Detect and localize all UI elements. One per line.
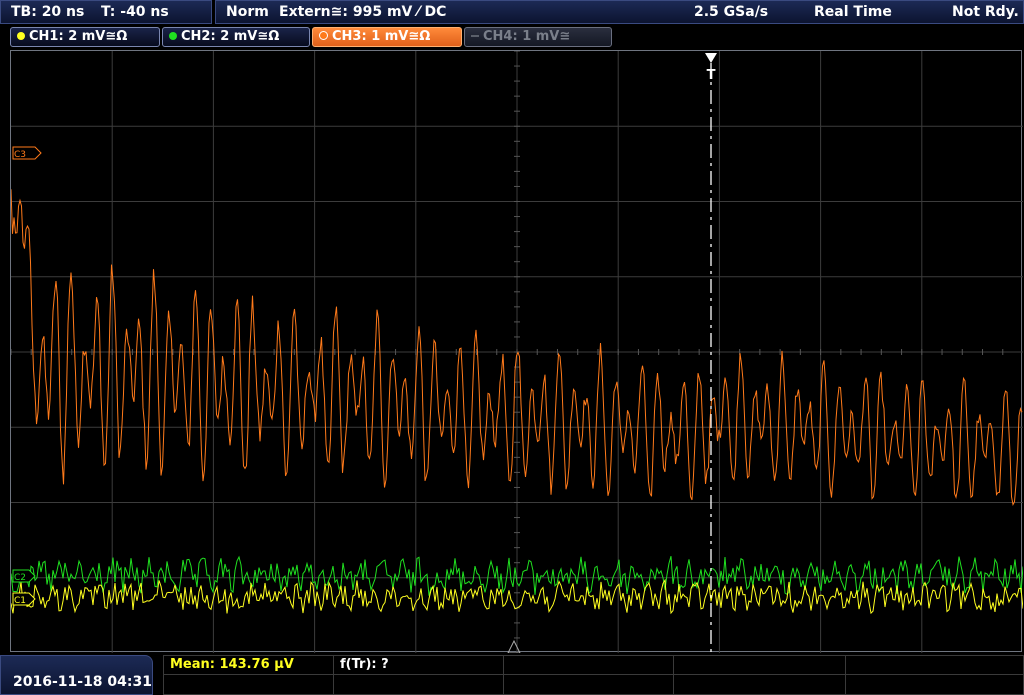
measurement-slot-4[interactable] [674, 656, 846, 675]
mean-measurement[interactable]: Mean: 143.76 µV [164, 656, 334, 675]
measurement-slot-9[interactable] [674, 675, 846, 695]
acquisition-state: Not Rdy. [952, 4, 1019, 20]
ch1-label: CH1: 2 mV≅Ω [29, 29, 128, 44]
ch2-marker-label: C2 [14, 573, 26, 583]
waveform-canvas: T C3 C2 C1 [11, 51, 1023, 653]
ch1-marker-label: C1 [14, 596, 26, 606]
acquisition-mode: Real Time [814, 4, 892, 20]
measurement-panel[interactable]: Mean: 143.76 µV f(Tr): ? [163, 655, 1024, 695]
trigger-arrow-icon[interactable] [705, 53, 717, 63]
frequency-measurement[interactable]: f(Tr): ? [334, 656, 504, 675]
top-bar: TB: 20 ns T: -40 ns Norm Extern≅: 995 mV… [0, 0, 1024, 25]
measurement-slot-6[interactable] [164, 675, 334, 695]
status-bar[interactable]: Norm Extern≅: 995 mV ⁄ DC 2.5 GSa/s Real… [215, 0, 1024, 24]
channel-2-button[interactable]: CH2: 2 mV≅Ω [162, 27, 310, 47]
ch2-dot-icon [169, 32, 177, 40]
ch3-label: CH3: 1 mV≅Ω [332, 29, 431, 44]
trigger-marker: T [707, 68, 716, 83]
measurement-slot-5[interactable] [846, 656, 1023, 675]
waveform-display[interactable]: T C3 C2 C1 [10, 50, 1023, 653]
ch3-marker-label: C3 [14, 150, 26, 160]
ch3-dot-icon [319, 31, 328, 40]
ch1-dot-icon [17, 32, 25, 40]
measurement-slot-3[interactable] [504, 656, 674, 675]
timebase-box[interactable]: TB: 20 ns T: -40 ns [0, 0, 212, 24]
trigger-source: Extern≅: 995 mV ⁄ DC [279, 4, 447, 20]
trigger-mode: Norm [226, 4, 269, 20]
ch2-offset-marker[interactable]: C2 [12, 569, 36, 583]
trigger-time-label: T: -40 ns [101, 4, 169, 20]
timebase-label: TB: 20 ns [11, 4, 85, 20]
channel-bar: CH1: 2 mV≅Ω CH2: 2 mV≅Ω CH3: 1 mV≅Ω CH4:… [0, 26, 1024, 48]
ch4-label: CH4: 1 mV≅ [483, 29, 571, 44]
sample-rate: 2.5 GSa/s [694, 4, 769, 20]
ground-marker-icon [507, 639, 521, 653]
ch4-off-icon [471, 35, 479, 37]
datetime-label: 2016-11-18 04:31 [13, 674, 152, 690]
channel-1-button[interactable]: CH1: 2 mV≅Ω [10, 27, 160, 47]
ch1-offset-marker[interactable]: C1 [12, 592, 36, 606]
channel-3-button[interactable]: CH3: 1 mV≅Ω [312, 27, 462, 47]
measurement-slot-8[interactable] [504, 675, 674, 695]
measurement-slot-7[interactable] [334, 675, 504, 695]
datetime-box: 2016-11-18 04:31 [0, 655, 153, 695]
grid [11, 51, 1023, 653]
ch2-label: CH2: 2 mV≅Ω [181, 29, 280, 44]
channel-4-button[interactable]: CH4: 1 mV≅ [464, 27, 612, 47]
ch3-offset-marker[interactable]: C3 [12, 146, 42, 160]
